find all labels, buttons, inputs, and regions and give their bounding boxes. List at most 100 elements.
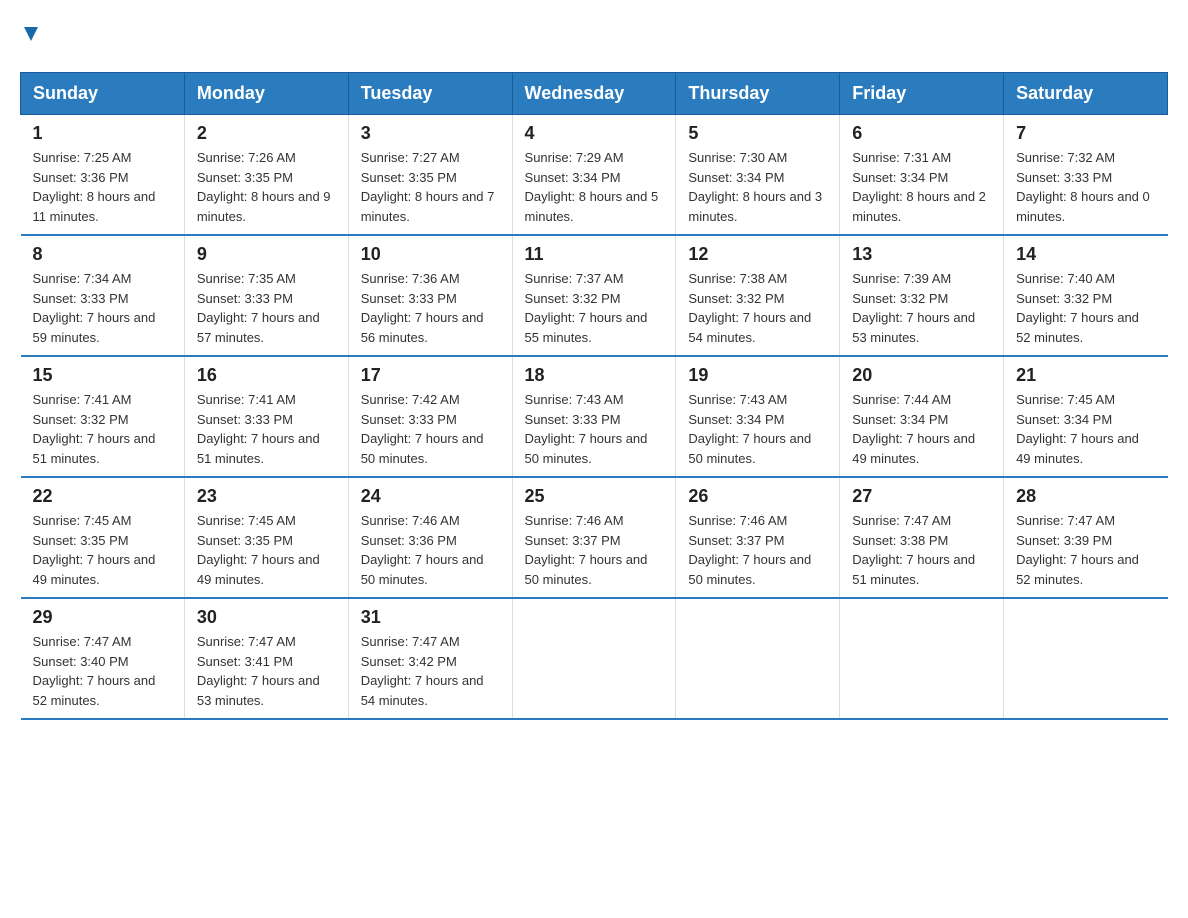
day-number: 21 [1016, 365, 1155, 386]
calendar-cell: 12 Sunrise: 7:38 AMSunset: 3:32 PMDayligh… [676, 235, 840, 356]
calendar-cell: 13 Sunrise: 7:39 AMSunset: 3:32 PMDayligh… [840, 235, 1004, 356]
day-number: 1 [33, 123, 172, 144]
calendar-week-row: 22 Sunrise: 7:45 AMSunset: 3:35 PMDayligh… [21, 477, 1168, 598]
calendar-cell: 10Sunrise: 7:36 AMSunset: 3:33 PMDayligh… [348, 235, 512, 356]
day-number: 20 [852, 365, 991, 386]
calendar-cell [512, 598, 676, 719]
calendar-cell: 25Sunrise: 7:46 AMSunset: 3:37 PMDayligh… [512, 477, 676, 598]
day-number: 3 [361, 123, 500, 144]
day-number: 13 [852, 244, 991, 265]
day-number: 10 [361, 244, 500, 265]
day-info: Sunrise: 7:38 AMSunset: 3:32 PMDaylight:… [688, 269, 827, 347]
day-info: Sunrise: 7:45 AMSunset: 3:35 PMDaylight:… [33, 511, 172, 589]
day-info: Sunrise: 7:42 AMSunset: 3:33 PMDaylight:… [361, 390, 500, 468]
calendar-cell: 3 Sunrise: 7:27 AMSunset: 3:35 PMDaylight… [348, 115, 512, 236]
calendar-table: SundayMondayTuesdayWednesdayThursdayFrid… [20, 72, 1168, 720]
calendar-cell: 30Sunrise: 7:47 AMSunset: 3:41 PMDayligh… [184, 598, 348, 719]
calendar-cell: 5 Sunrise: 7:30 AMSunset: 3:34 PMDaylight… [676, 115, 840, 236]
page-header [20, 20, 1168, 52]
calendar-week-row: 15 Sunrise: 7:41 AMSunset: 3:32 PMDayligh… [21, 356, 1168, 477]
day-info: Sunrise: 7:45 AMSunset: 3:34 PMDaylight:… [1016, 390, 1155, 468]
day-info: Sunrise: 7:34 AMSunset: 3:33 PMDaylight:… [33, 269, 172, 347]
weekday-header-friday: Friday [840, 73, 1004, 115]
day-info: Sunrise: 7:39 AMSunset: 3:32 PMDaylight:… [852, 269, 991, 347]
day-info: Sunrise: 7:46 AMSunset: 3:37 PMDaylight:… [525, 511, 664, 589]
calendar-cell: 1 Sunrise: 7:25 AMSunset: 3:36 PMDaylight… [21, 115, 185, 236]
day-number: 6 [852, 123, 991, 144]
weekday-header-monday: Monday [184, 73, 348, 115]
calendar-cell: 24 Sunrise: 7:46 AMSunset: 3:36 PMDayligh… [348, 477, 512, 598]
day-number: 26 [688, 486, 827, 507]
calendar-cell: 14Sunrise: 7:40 AMSunset: 3:32 PMDayligh… [1004, 235, 1168, 356]
day-number: 12 [688, 244, 827, 265]
day-info: Sunrise: 7:25 AMSunset: 3:36 PMDaylight:… [33, 148, 172, 226]
day-info: Sunrise: 7:43 AMSunset: 3:34 PMDaylight:… [688, 390, 827, 468]
calendar-cell: 22 Sunrise: 7:45 AMSunset: 3:35 PMDayligh… [21, 477, 185, 598]
day-number: 30 [197, 607, 336, 628]
day-info: Sunrise: 7:37 AMSunset: 3:32 PMDaylight:… [525, 269, 664, 347]
day-info: Sunrise: 7:47 AMSunset: 3:39 PMDaylight:… [1016, 511, 1155, 589]
day-info: Sunrise: 7:29 AMSunset: 3:34 PMDaylight:… [525, 148, 664, 226]
day-number: 31 [361, 607, 500, 628]
calendar-cell: 29Sunrise: 7:47 AMSunset: 3:40 PMDayligh… [21, 598, 185, 719]
day-number: 9 [197, 244, 336, 265]
day-number: 18 [525, 365, 664, 386]
calendar-cell: 11 Sunrise: 7:37 AMSunset: 3:32 PMDayligh… [512, 235, 676, 356]
day-info: Sunrise: 7:47 AMSunset: 3:38 PMDaylight:… [852, 511, 991, 589]
day-number: 11 [525, 244, 664, 265]
calendar-cell: 2 Sunrise: 7:26 AMSunset: 3:35 PMDaylight… [184, 115, 348, 236]
day-info: Sunrise: 7:35 AMSunset: 3:33 PMDaylight:… [197, 269, 336, 347]
calendar-cell: 27 Sunrise: 7:47 AMSunset: 3:38 PMDayligh… [840, 477, 1004, 598]
day-info: Sunrise: 7:40 AMSunset: 3:32 PMDaylight:… [1016, 269, 1155, 347]
day-number: 27 [852, 486, 991, 507]
weekday-header-thursday: Thursday [676, 73, 840, 115]
day-info: Sunrise: 7:30 AMSunset: 3:34 PMDaylight:… [688, 148, 827, 226]
weekday-header-wednesday: Wednesday [512, 73, 676, 115]
calendar-cell [1004, 598, 1168, 719]
day-number: 22 [33, 486, 172, 507]
calendar-cell: 19 Sunrise: 7:43 AMSunset: 3:34 PMDayligh… [676, 356, 840, 477]
calendar-cell: 20 Sunrise: 7:44 AMSunset: 3:34 PMDayligh… [840, 356, 1004, 477]
day-info: Sunrise: 7:32 AMSunset: 3:33 PMDaylight:… [1016, 148, 1155, 226]
day-info: Sunrise: 7:41 AMSunset: 3:32 PMDaylight:… [33, 390, 172, 468]
calendar-week-row: 8 Sunrise: 7:34 AMSunset: 3:33 PMDaylight… [21, 235, 1168, 356]
day-info: Sunrise: 7:44 AMSunset: 3:34 PMDaylight:… [852, 390, 991, 468]
calendar-week-row: 1 Sunrise: 7:25 AMSunset: 3:36 PMDaylight… [21, 115, 1168, 236]
logo-arrow-icon [20, 20, 42, 52]
day-number: 24 [361, 486, 500, 507]
calendar-cell: 18 Sunrise: 7:43 AMSunset: 3:33 PMDayligh… [512, 356, 676, 477]
calendar-cell: 17 Sunrise: 7:42 AMSunset: 3:33 PMDayligh… [348, 356, 512, 477]
calendar-cell: 16 Sunrise: 7:41 AMSunset: 3:33 PMDayligh… [184, 356, 348, 477]
calendar-cell: 21 Sunrise: 7:45 AMSunset: 3:34 PMDayligh… [1004, 356, 1168, 477]
calendar-cell: 15 Sunrise: 7:41 AMSunset: 3:32 PMDayligh… [21, 356, 185, 477]
day-info: Sunrise: 7:31 AMSunset: 3:34 PMDaylight:… [852, 148, 991, 226]
day-number: 4 [525, 123, 664, 144]
calendar-cell: 8 Sunrise: 7:34 AMSunset: 3:33 PMDaylight… [21, 235, 185, 356]
calendar-cell: 9 Sunrise: 7:35 AMSunset: 3:33 PMDaylight… [184, 235, 348, 356]
calendar-cell: 26Sunrise: 7:46 AMSunset: 3:37 PMDayligh… [676, 477, 840, 598]
day-number: 8 [33, 244, 172, 265]
day-info: Sunrise: 7:41 AMSunset: 3:33 PMDaylight:… [197, 390, 336, 468]
day-number: 23 [197, 486, 336, 507]
day-number: 15 [33, 365, 172, 386]
day-info: Sunrise: 7:27 AMSunset: 3:35 PMDaylight:… [361, 148, 500, 226]
day-number: 7 [1016, 123, 1155, 144]
calendar-cell: 6 Sunrise: 7:31 AMSunset: 3:34 PMDaylight… [840, 115, 1004, 236]
calendar-cell: 7 Sunrise: 7:32 AMSunset: 3:33 PMDaylight… [1004, 115, 1168, 236]
weekday-header-tuesday: Tuesday [348, 73, 512, 115]
calendar-week-row: 29Sunrise: 7:47 AMSunset: 3:40 PMDayligh… [21, 598, 1168, 719]
day-number: 29 [33, 607, 172, 628]
weekday-header-saturday: Saturday [1004, 73, 1168, 115]
day-number: 5 [688, 123, 827, 144]
day-number: 16 [197, 365, 336, 386]
calendar-cell: 4 Sunrise: 7:29 AMSunset: 3:34 PMDaylight… [512, 115, 676, 236]
calendar-cell: 28Sunrise: 7:47 AMSunset: 3:39 PMDayligh… [1004, 477, 1168, 598]
calendar-cell: 23Sunrise: 7:45 AMSunset: 3:35 PMDayligh… [184, 477, 348, 598]
calendar-cell [840, 598, 1004, 719]
day-info: Sunrise: 7:43 AMSunset: 3:33 PMDaylight:… [525, 390, 664, 468]
day-info: Sunrise: 7:46 AMSunset: 3:36 PMDaylight:… [361, 511, 500, 589]
day-number: 17 [361, 365, 500, 386]
day-number: 2 [197, 123, 336, 144]
day-number: 19 [688, 365, 827, 386]
day-info: Sunrise: 7:26 AMSunset: 3:35 PMDaylight:… [197, 148, 336, 226]
